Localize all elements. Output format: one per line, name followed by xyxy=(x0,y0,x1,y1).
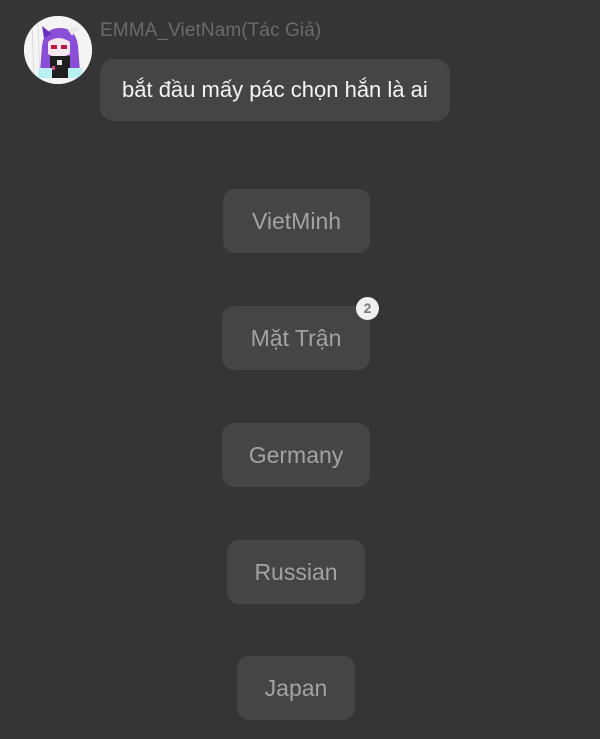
choice-list: VietMinh Mặt Trận 2 Germany Russian Japa… xyxy=(0,0,600,739)
choice-button-germany[interactable]: Germany xyxy=(222,423,370,487)
choice-button-mat-tran[interactable]: Mặt Trận xyxy=(222,306,370,370)
choice-button-russian[interactable]: Russian xyxy=(227,540,365,604)
choice-button-japan[interactable]: Japan xyxy=(237,656,355,720)
choice-count-badge: 2 xyxy=(356,297,379,320)
choice-button-vietminh[interactable]: VietMinh xyxy=(223,189,370,253)
